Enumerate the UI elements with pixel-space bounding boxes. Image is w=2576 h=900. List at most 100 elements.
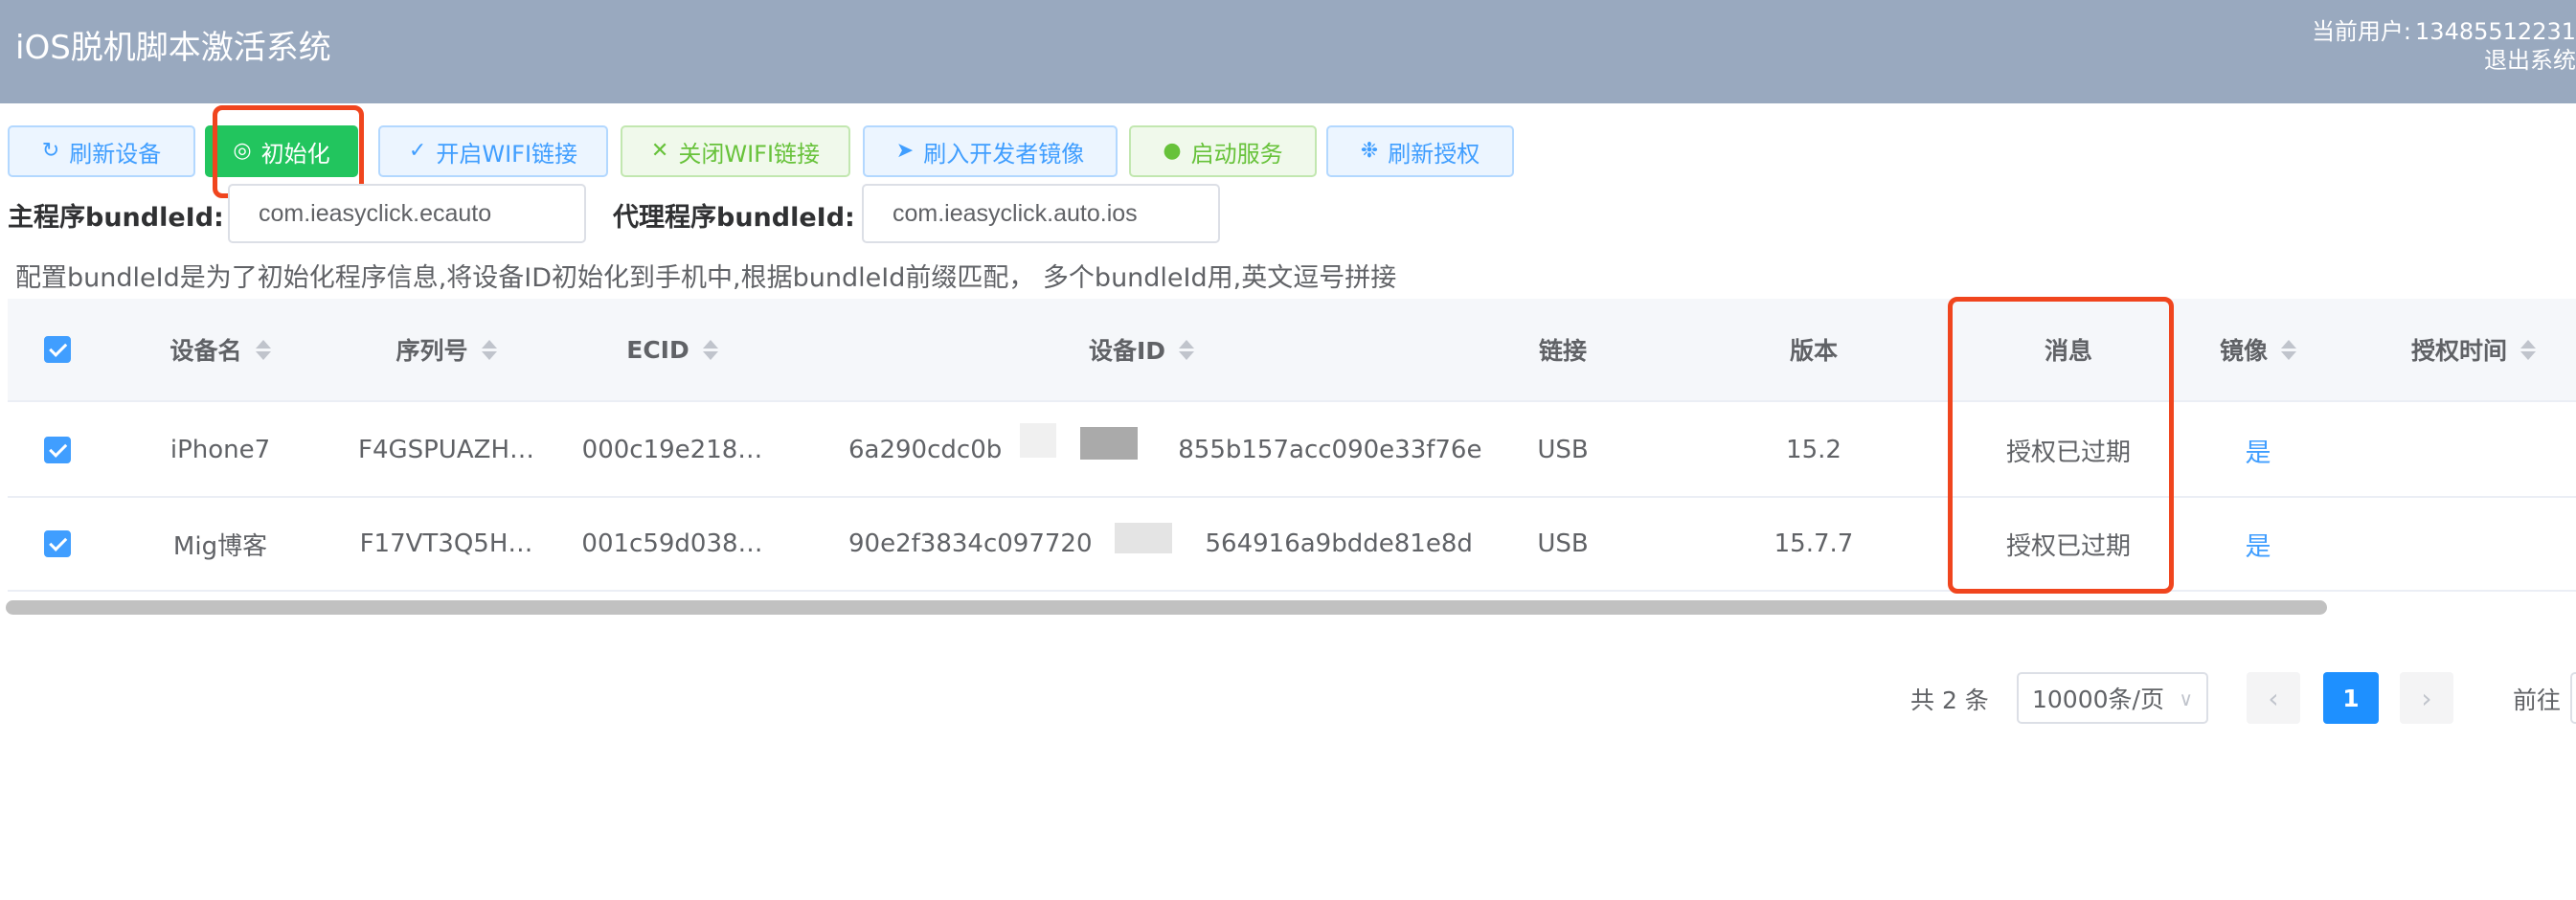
row-checkbox[interactable] [44,530,71,557]
enable-wifi-button[interactable]: ✓ 开启WIFI链接 [378,125,608,177]
device-name-cell: iPhone7 [169,436,271,464]
col-link: 链接 [1498,299,1628,400]
table-row[interactable]: iPhone7 F4GSPUAZH… 000c19e218… 6a290cdc0… [8,404,2576,498]
mirror-link[interactable]: 是 [2246,526,2271,563]
current-user: 当前用户: 13485512231 [2312,17,2576,46]
mirror-link[interactable]: 是 [2246,432,2271,469]
row-checkbox-cell [8,404,107,496]
main-bundle-label: 主程序bundleId: [8,203,224,233]
sort-icon[interactable] [481,339,497,360]
select-all-cell [8,299,107,400]
send-icon: ➤ [895,139,915,163]
message-cell: 授权已过期 [2005,531,2131,561]
col-mirror[interactable]: 镜像 [2181,299,2335,400]
mirror-cell: 是 [2181,404,2335,496]
user-box: 当前用户: 13485512231 退出系统 [2312,17,2576,75]
logout-link[interactable]: 退出系统 [2312,46,2576,75]
bundle-hint-text: 配置bundleId是为了初始化程序信息,将设备ID初始化到手机中,根据bund… [15,263,1397,293]
refresh-auth-button[interactable]: ❉ 刷新授权 [1326,125,1514,177]
page-size-value: 10000条/页 [2032,686,2164,713]
disable-wifi-button[interactable]: ✕ 关闭WIFI链接 [621,125,850,177]
redaction-blur [1020,423,1056,458]
device-id-end: 855b157acc090e33f76e [1178,436,1482,464]
col-message-label: 消息 [2044,337,2092,365]
current-user-label: 当前用户: [2311,18,2412,45]
sort-icon[interactable] [2520,339,2537,360]
pin-icon: ● [1163,139,1182,163]
device-id-cell: 6a290cdc0b 855b157acc090e33f76e [785,404,1498,496]
col-ecid[interactable]: ECID [559,299,785,400]
page-number-current[interactable]: 1 [2323,672,2379,724]
col-ecid-label: ECID [626,335,689,364]
check-circle-icon: ◎ [233,139,252,163]
device-name-cell: Mig博客 [172,531,268,561]
scrollbar-thumb[interactable] [6,600,2327,615]
flash-dev-image-label: 刷入开发者镜像 [923,140,1085,168]
start-service-button[interactable]: ● 启动服务 [1129,125,1317,177]
ecid-cell: 000c19e218… [581,436,763,464]
prev-page-button[interactable]: ‹ [2247,672,2300,724]
serial-cell: F4GSPUAZH… [357,436,534,464]
current-user-phone: 13485512231 [2415,18,2576,45]
chevron-down-icon: ∨ [2179,687,2193,710]
col-mirror-label: 镜像 [2219,337,2268,365]
goto-label: 前往 [2513,686,2562,714]
message-cell: 授权已过期 [2005,438,2131,467]
redaction-blur [1080,427,1138,460]
col-device-name[interactable]: 设备名 [107,299,333,400]
version-cell: 15.7.7 [1774,529,1854,558]
col-link-label: 链接 [1538,337,1587,365]
row-checkbox-cell [8,498,107,590]
flash-dev-image-button[interactable]: ➤ 刷入开发者镜像 [863,125,1118,177]
col-device-id[interactable]: 设备ID [785,299,1498,400]
serial-cell: F17VT3Q5H… [359,529,533,558]
goto-page-input[interactable] [2570,672,2576,724]
refresh-auth-label: 刷新授权 [1388,140,1480,168]
initialize-button[interactable]: ◎ 初始化 [205,125,358,177]
col-message: 消息 [1955,299,2181,400]
row-checkbox[interactable] [44,437,71,463]
mirror-cell: 是 [2181,498,2335,590]
sort-icon[interactable] [2281,339,2296,360]
sort-icon[interactable] [1179,339,1195,360]
redaction-blur [1115,523,1172,553]
ecid-cell: 001c59d038… [581,529,763,558]
proxy-bundle-label: 代理程序bundleId: [613,203,855,233]
col-device-name-label: 设备名 [169,337,242,365]
sort-icon[interactable] [702,339,718,360]
app-title: iOS脱机脚本激活系统 [15,29,331,67]
version-cell: 15.2 [1786,436,1842,464]
table-header: 设备名 序列号 ECID 设备ID 链接 版本 消息 镜像 授权时间 [8,299,2576,402]
disable-wifi-label: 关闭WIFI链接 [678,140,821,168]
initialize-label: 初始化 [260,140,330,168]
device-id-start: 6a290cdc0b [848,436,1003,464]
chevron-right-icon: › [2421,682,2432,714]
enable-wifi-label: 开启WIFI链接 [436,140,578,168]
close-icon: ✕ [650,139,669,163]
sort-icon[interactable] [255,339,271,360]
shield-icon: ❉ [1360,139,1379,163]
col-serial[interactable]: 序列号 [333,299,559,400]
top-header: iOS脱机脚本激活系统 当前用户: 13485512231 退出系统 [0,0,2576,103]
link-cell: USB [1537,436,1589,464]
main-bundle-input[interactable]: com.ieasyclick.ecauto [228,184,586,243]
col-version: 版本 [1699,299,1929,400]
next-page-button[interactable]: › [2400,672,2453,724]
device-id-end: 564916a9bdde81e8d [1205,529,1473,558]
table-row[interactable]: Mig博客 F17VT3Q5H… 001c59d038… 90e2f3834c0… [8,498,2576,592]
refresh-icon: ↻ [41,139,60,163]
col-version-label: 版本 [1789,337,1838,365]
check-icon: ✓ [408,139,427,163]
col-device-id-label: 设备ID [1088,337,1166,365]
col-auth-time-label: 授权时间 [2411,337,2508,365]
proxy-bundle-input[interactable]: com.ieasyclick.auto.ios [862,184,1220,243]
page-size-select[interactable]: 10000条/页 ∨ [2017,672,2208,724]
refresh-devices-label: 刷新设备 [69,140,162,168]
chevron-left-icon: ‹ [2268,682,2279,714]
device-id-start: 90e2f3834c097720 [848,529,1093,558]
start-service-label: 启动服务 [1190,140,1283,168]
select-all-checkbox[interactable] [44,336,71,363]
col-auth-time[interactable]: 授权时间 [2411,299,2576,400]
col-serial-label: 序列号 [395,337,468,365]
refresh-devices-button[interactable]: ↻ 刷新设备 [8,125,195,177]
